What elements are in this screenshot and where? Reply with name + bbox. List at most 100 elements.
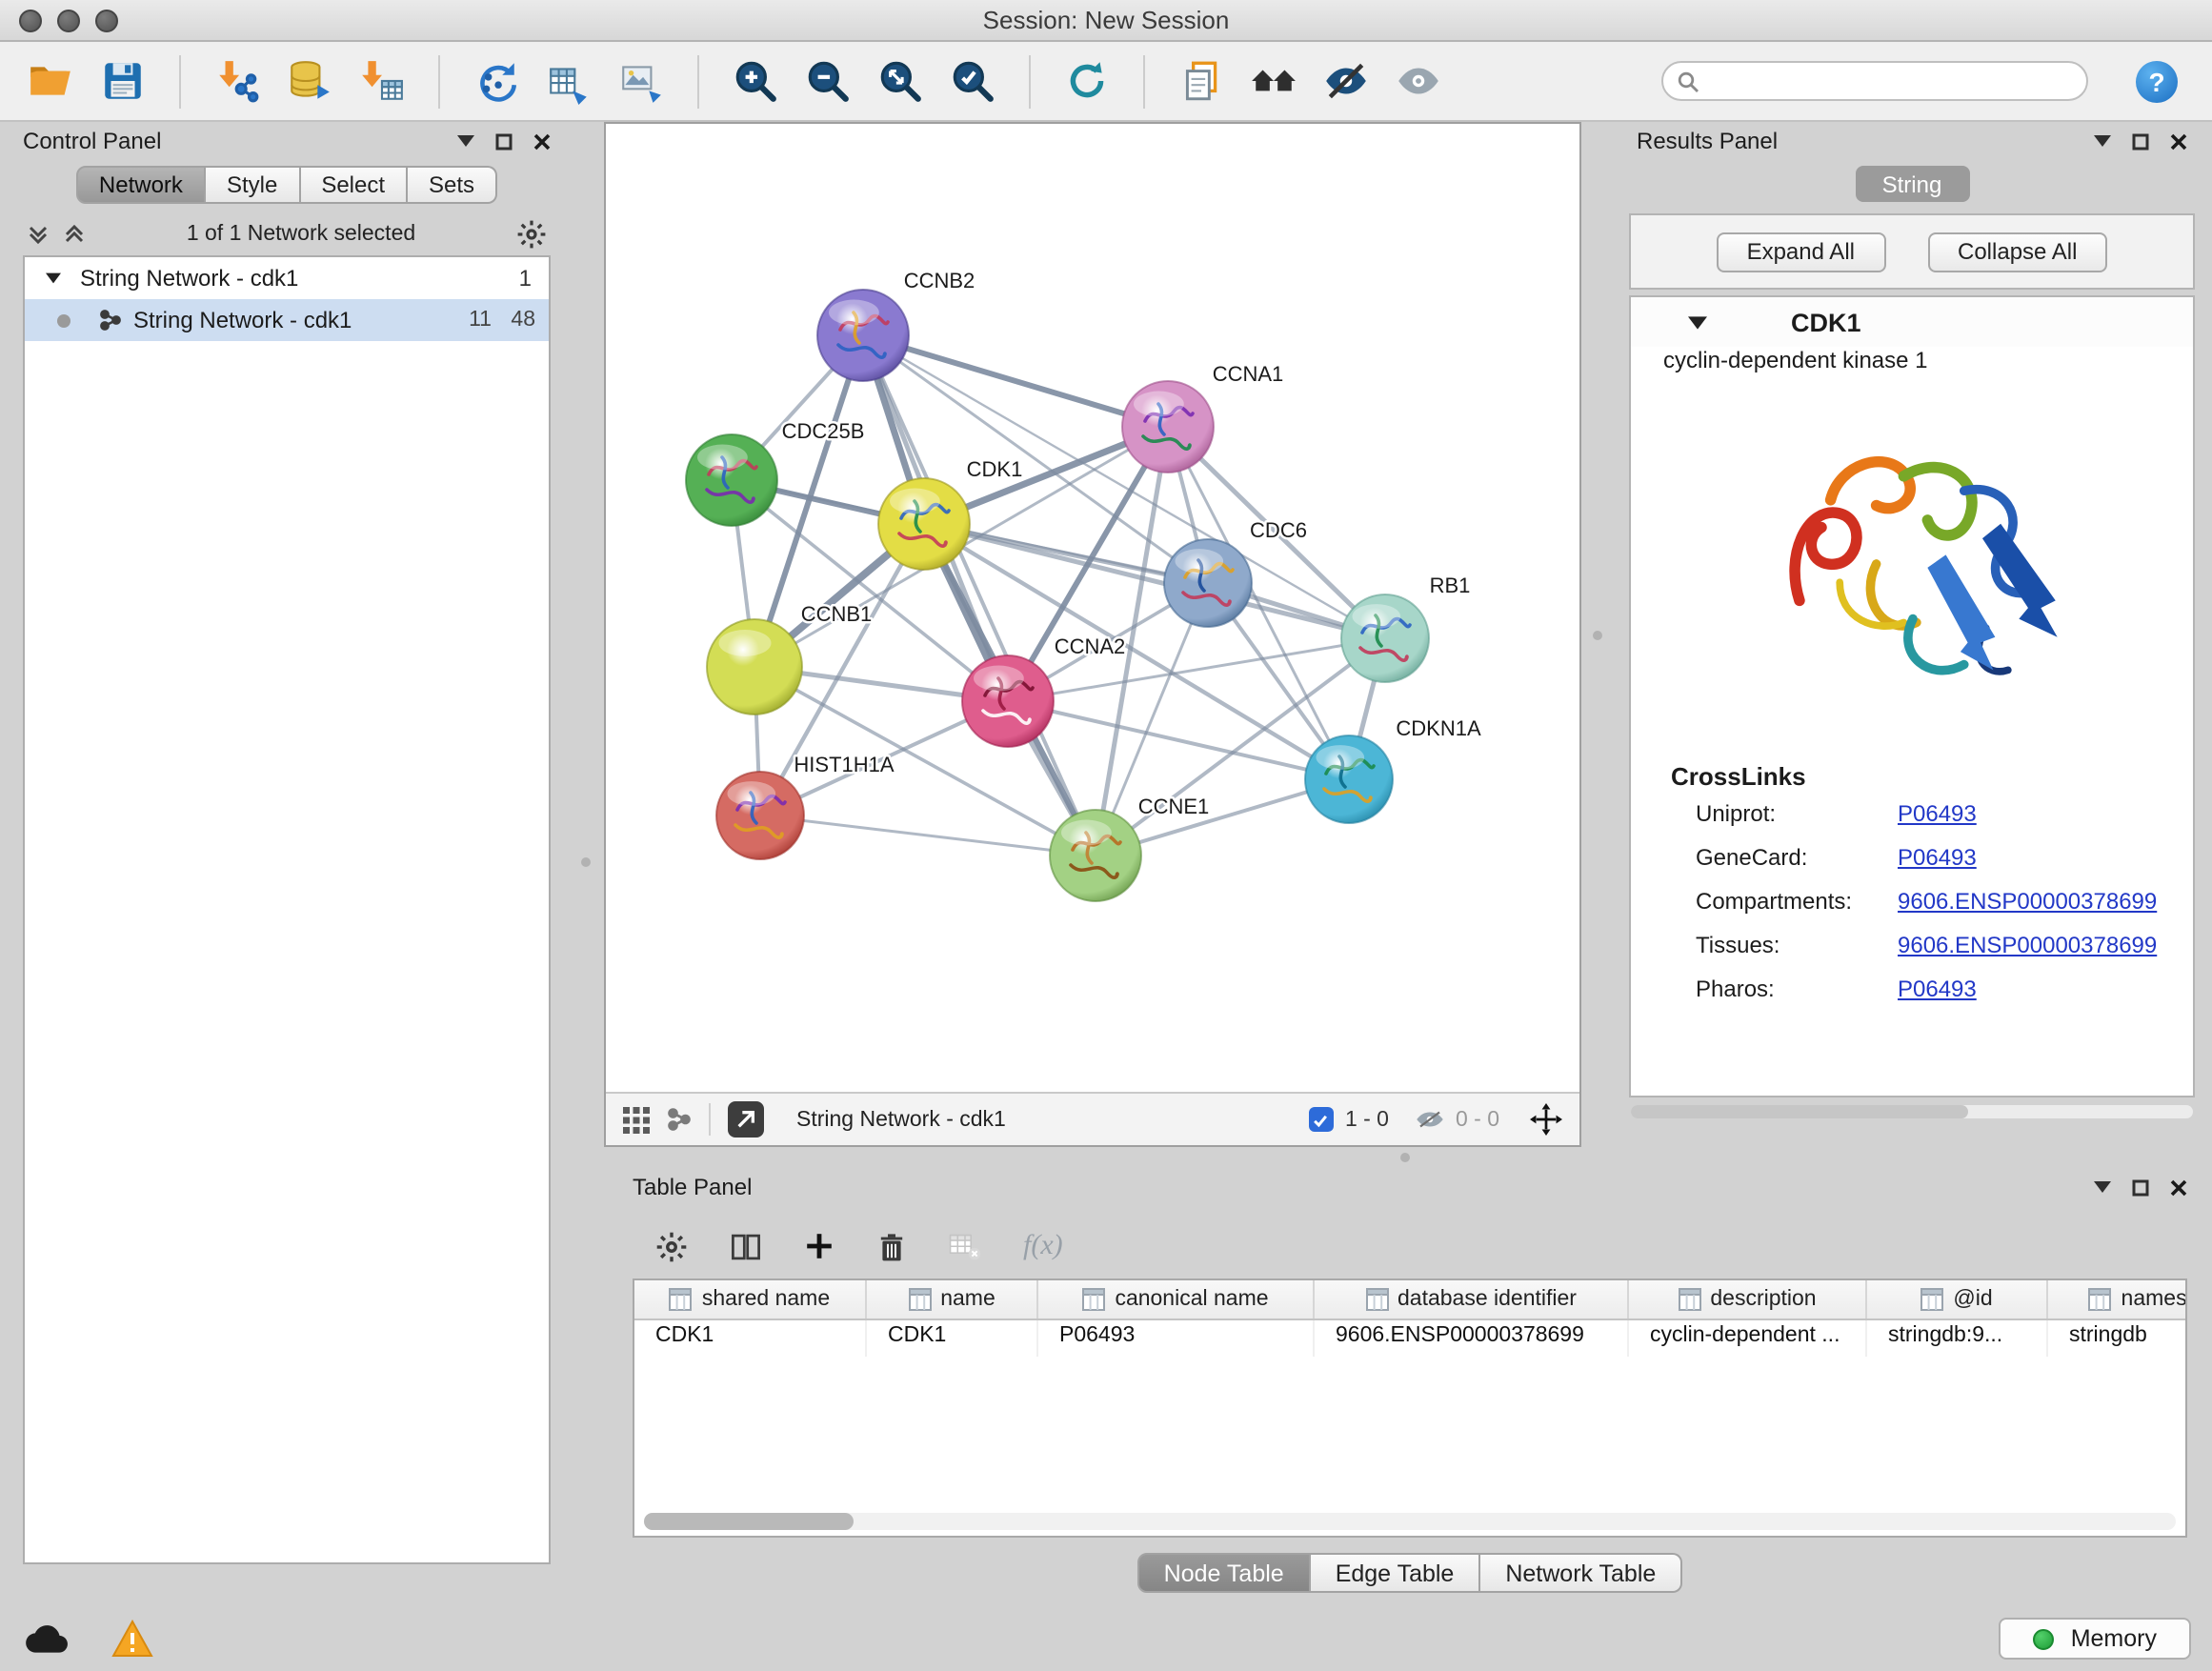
close-panel-icon[interactable]	[2170, 132, 2187, 150]
panel-menu-icon[interactable]	[2094, 1181, 2111, 1193]
compartments-link[interactable]: 9606.ENSP00000378699	[1898, 887, 2157, 914]
tab-node-table[interactable]: Node Table	[1137, 1553, 1311, 1593]
network-row-selected[interactable]: String Network - cdk1 11 48	[25, 299, 549, 341]
tab-select[interactable]: Select	[300, 166, 408, 204]
splitter-handle[interactable]	[1400, 1153, 1410, 1162]
memory-button[interactable]: Memory	[1999, 1618, 2191, 1660]
close-panel-icon[interactable]	[533, 132, 551, 150]
cell-canonical-name[interactable]: P06493	[1038, 1320, 1315, 1357]
table-row[interactable]: CDK1 CDK1 P06493 9606.ENSP00000378699 cy…	[634, 1320, 2185, 1357]
import-table-file-button[interactable]	[358, 57, 406, 105]
table-settings-gear-icon[interactable]	[655, 1230, 688, 1262]
cell-name[interactable]: CDK1	[867, 1320, 1038, 1357]
collection-count: 1	[519, 265, 549, 292]
panel-menu-icon[interactable]	[457, 135, 474, 147]
float-panel-icon[interactable]	[495, 132, 513, 150]
zoom-out-icon	[804, 57, 852, 105]
genecard-link[interactable]: P06493	[1898, 843, 1977, 870]
import-network-database-button[interactable]	[286, 57, 333, 105]
search-input[interactable]	[1709, 65, 2086, 97]
cell-shared-name[interactable]: CDK1	[634, 1320, 867, 1357]
cell-namespace[interactable]: stringdb	[2048, 1320, 2187, 1357]
column-header[interactable]: shared name	[634, 1280, 867, 1319]
title-bar: Session: New Session	[0, 0, 2212, 42]
toolbar-separator	[1029, 54, 1031, 108]
expand-all-button[interactable]: Expand All	[1717, 232, 1885, 272]
toolbar-separator	[179, 54, 181, 108]
duplicate-page-button[interactable]	[1177, 57, 1225, 105]
birdseye-grid-icon[interactable]	[623, 1106, 650, 1133]
pan-move-icon[interactable]	[1530, 1103, 1562, 1136]
splitter-handle[interactable]	[581, 857, 591, 867]
network-collection-row[interactable]: String Network - cdk1 1	[25, 257, 549, 299]
cell-database-identifier[interactable]: 9606.ENSP00000378699	[1315, 1320, 1629, 1357]
tab-network-table[interactable]: Network Table	[1480, 1553, 1682, 1593]
export-image-button[interactable]	[617, 57, 665, 105]
tab-sets[interactable]: Sets	[408, 166, 497, 204]
show-columns-icon[interactable]	[730, 1230, 762, 1262]
column-header[interactable]: @id	[1867, 1280, 2048, 1319]
zoom-out-button[interactable]	[804, 57, 852, 105]
collapse-all-icon[interactable]	[27, 223, 50, 246]
cell-id[interactable]: stringdb:9...	[1867, 1320, 2048, 1357]
save-session-button[interactable]	[99, 57, 147, 105]
column-header[interactable]: description	[1629, 1280, 1867, 1319]
collection-label: String Network - cdk1	[80, 265, 298, 292]
zoom-selected-button[interactable]	[949, 57, 996, 105]
show-all-button[interactable]	[1395, 57, 1442, 105]
node-attribute-table[interactable]: shared name name canonical name database…	[633, 1278, 2187, 1538]
delete-column-icon[interactable]	[876, 1230, 907, 1262]
control-panel-header: Control Panel	[8, 122, 566, 160]
table-horizontal-scrollbar[interactable]	[644, 1513, 2176, 1530]
close-panel-icon[interactable]	[2170, 1178, 2187, 1196]
import-network-file-button[interactable]	[213, 57, 261, 105]
expand-all-icon[interactable]	[63, 223, 86, 246]
tab-edge-table[interactable]: Edge Table	[1311, 1553, 1481, 1593]
collapse-all-button[interactable]: Collapse All	[1927, 232, 2107, 272]
float-panel-icon[interactable]	[2132, 1178, 2149, 1196]
tab-string-results[interactable]: String	[1855, 166, 1969, 202]
column-header[interactable]: canonical name	[1038, 1280, 1315, 1319]
current-network-title: String Network - cdk1	[796, 1108, 1006, 1131]
results-scrollbar[interactable]	[1631, 1105, 2193, 1118]
open-in-window-button[interactable]	[728, 1101, 764, 1137]
column-header[interactable]: namespace	[2048, 1280, 2187, 1319]
tab-network[interactable]: Network	[76, 166, 206, 204]
pharos-link[interactable]: P06493	[1898, 975, 1977, 1001]
network-label: String Network - cdk1	[133, 307, 434, 333]
warning-icon[interactable]	[111, 1620, 154, 1658]
cloud-status-icon[interactable]	[21, 1621, 72, 1656]
network-graph[interactable]: CCNB2CCNA1CDC25BCDK1CDC6RB1CCNB1CCNA2CDK…	[606, 124, 1579, 1092]
selected-count-checkbox[interactable]	[1309, 1107, 1334, 1132]
panel-menu-icon[interactable]	[2094, 135, 2111, 147]
export-table-button[interactable]	[545, 57, 593, 105]
add-column-icon[interactable]	[804, 1231, 835, 1261]
float-panel-icon[interactable]	[2132, 132, 2149, 150]
column-header[interactable]: name	[867, 1280, 1038, 1319]
refresh-view-button[interactable]	[1063, 57, 1111, 105]
open-session-button[interactable]	[27, 57, 74, 105]
delete-table-disabled-icon	[949, 1232, 981, 1260]
hide-selected-button[interactable]	[1322, 57, 1370, 105]
cell-description[interactable]: cyclin-dependent ...	[1629, 1320, 1867, 1357]
column-header[interactable]: database identifier	[1315, 1280, 1629, 1319]
column-type-icon	[1082, 1288, 1105, 1311]
export-network-button[interactable]	[473, 57, 520, 105]
splitter-handle[interactable]	[1593, 631, 1602, 640]
share-network-icon[interactable]	[667, 1107, 692, 1132]
uniprot-link[interactable]: P06493	[1898, 799, 1977, 826]
tissues-link[interactable]: 9606.ENSP00000378699	[1898, 931, 2157, 957]
help-button[interactable]: ?	[2136, 60, 2178, 102]
network-canvas[interactable]: CCNB2CCNA1CDC25BCDK1CDC6RB1CCNB1CCNA2CDK…	[606, 124, 1579, 1092]
disclosure-triangle-icon[interactable]	[46, 272, 61, 284]
zoom-in-button[interactable]	[732, 57, 779, 105]
current-network-bullet	[57, 313, 70, 327]
tab-style[interactable]: Style	[206, 166, 300, 204]
function-builder-icon[interactable]: f(x)	[1023, 1230, 1063, 1262]
gear-icon[interactable]	[516, 219, 547, 250]
zoom-fit-button[interactable]	[876, 57, 924, 105]
protein-card-header[interactable]: CDK1	[1631, 297, 2193, 347]
table-tabs: Node Table Edge Table Network Table	[617, 1553, 2202, 1593]
collapse-section-icon[interactable]	[1688, 315, 1707, 329]
home-button[interactable]	[1250, 57, 1297, 105]
